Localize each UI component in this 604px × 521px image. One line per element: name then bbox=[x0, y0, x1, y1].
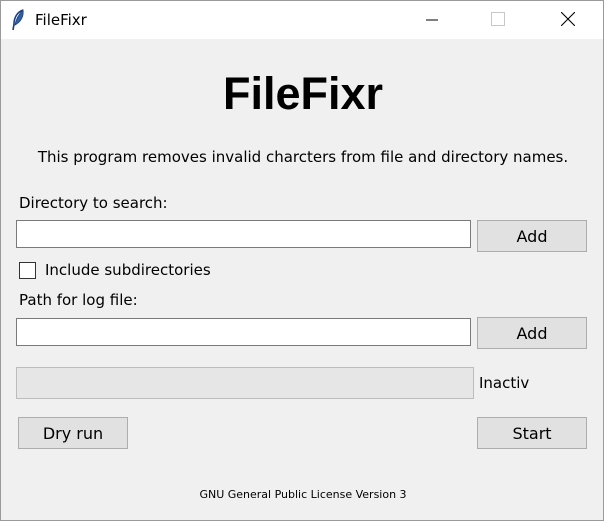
title-bar[interactable]: FileFixr bbox=[1, 1, 603, 39]
include-subdirectories-label: Include subdirectories bbox=[45, 261, 211, 279]
close-button[interactable] bbox=[545, 1, 591, 39]
log-path-input[interactable] bbox=[16, 318, 471, 346]
start-button[interactable]: Start bbox=[477, 417, 587, 449]
progress-bar bbox=[16, 367, 474, 399]
minimize-button[interactable] bbox=[409, 1, 455, 39]
license-footer: GNU General Public License Version 3 bbox=[199, 488, 407, 501]
directory-input[interactable] bbox=[16, 220, 471, 248]
maximize-icon bbox=[491, 11, 505, 30]
app-title: FileFixr bbox=[222, 68, 384, 119]
minimize-icon bbox=[426, 11, 438, 30]
description-text: This program removes invalid charcters f… bbox=[37, 148, 569, 166]
add-directory-button[interactable]: Add bbox=[477, 220, 587, 252]
maximize-button[interactable] bbox=[475, 1, 521, 39]
directory-label: Directory to search: bbox=[19, 194, 168, 212]
add-log-path-button[interactable]: Add bbox=[477, 317, 587, 349]
dry-run-button[interactable]: Dry run bbox=[18, 417, 128, 449]
close-icon bbox=[560, 11, 576, 30]
status-text: Inactiv bbox=[479, 374, 530, 392]
window-title: FileFixr bbox=[35, 11, 87, 29]
feather-icon bbox=[11, 9, 25, 31]
app-window: FileFixr FileFixr This program removes i… bbox=[0, 0, 604, 521]
log-path-label: Path for log file: bbox=[19, 291, 138, 309]
include-subdirectories-row[interactable]: Include subdirectories bbox=[19, 260, 211, 280]
include-subdirectories-checkbox[interactable] bbox=[19, 261, 36, 279]
